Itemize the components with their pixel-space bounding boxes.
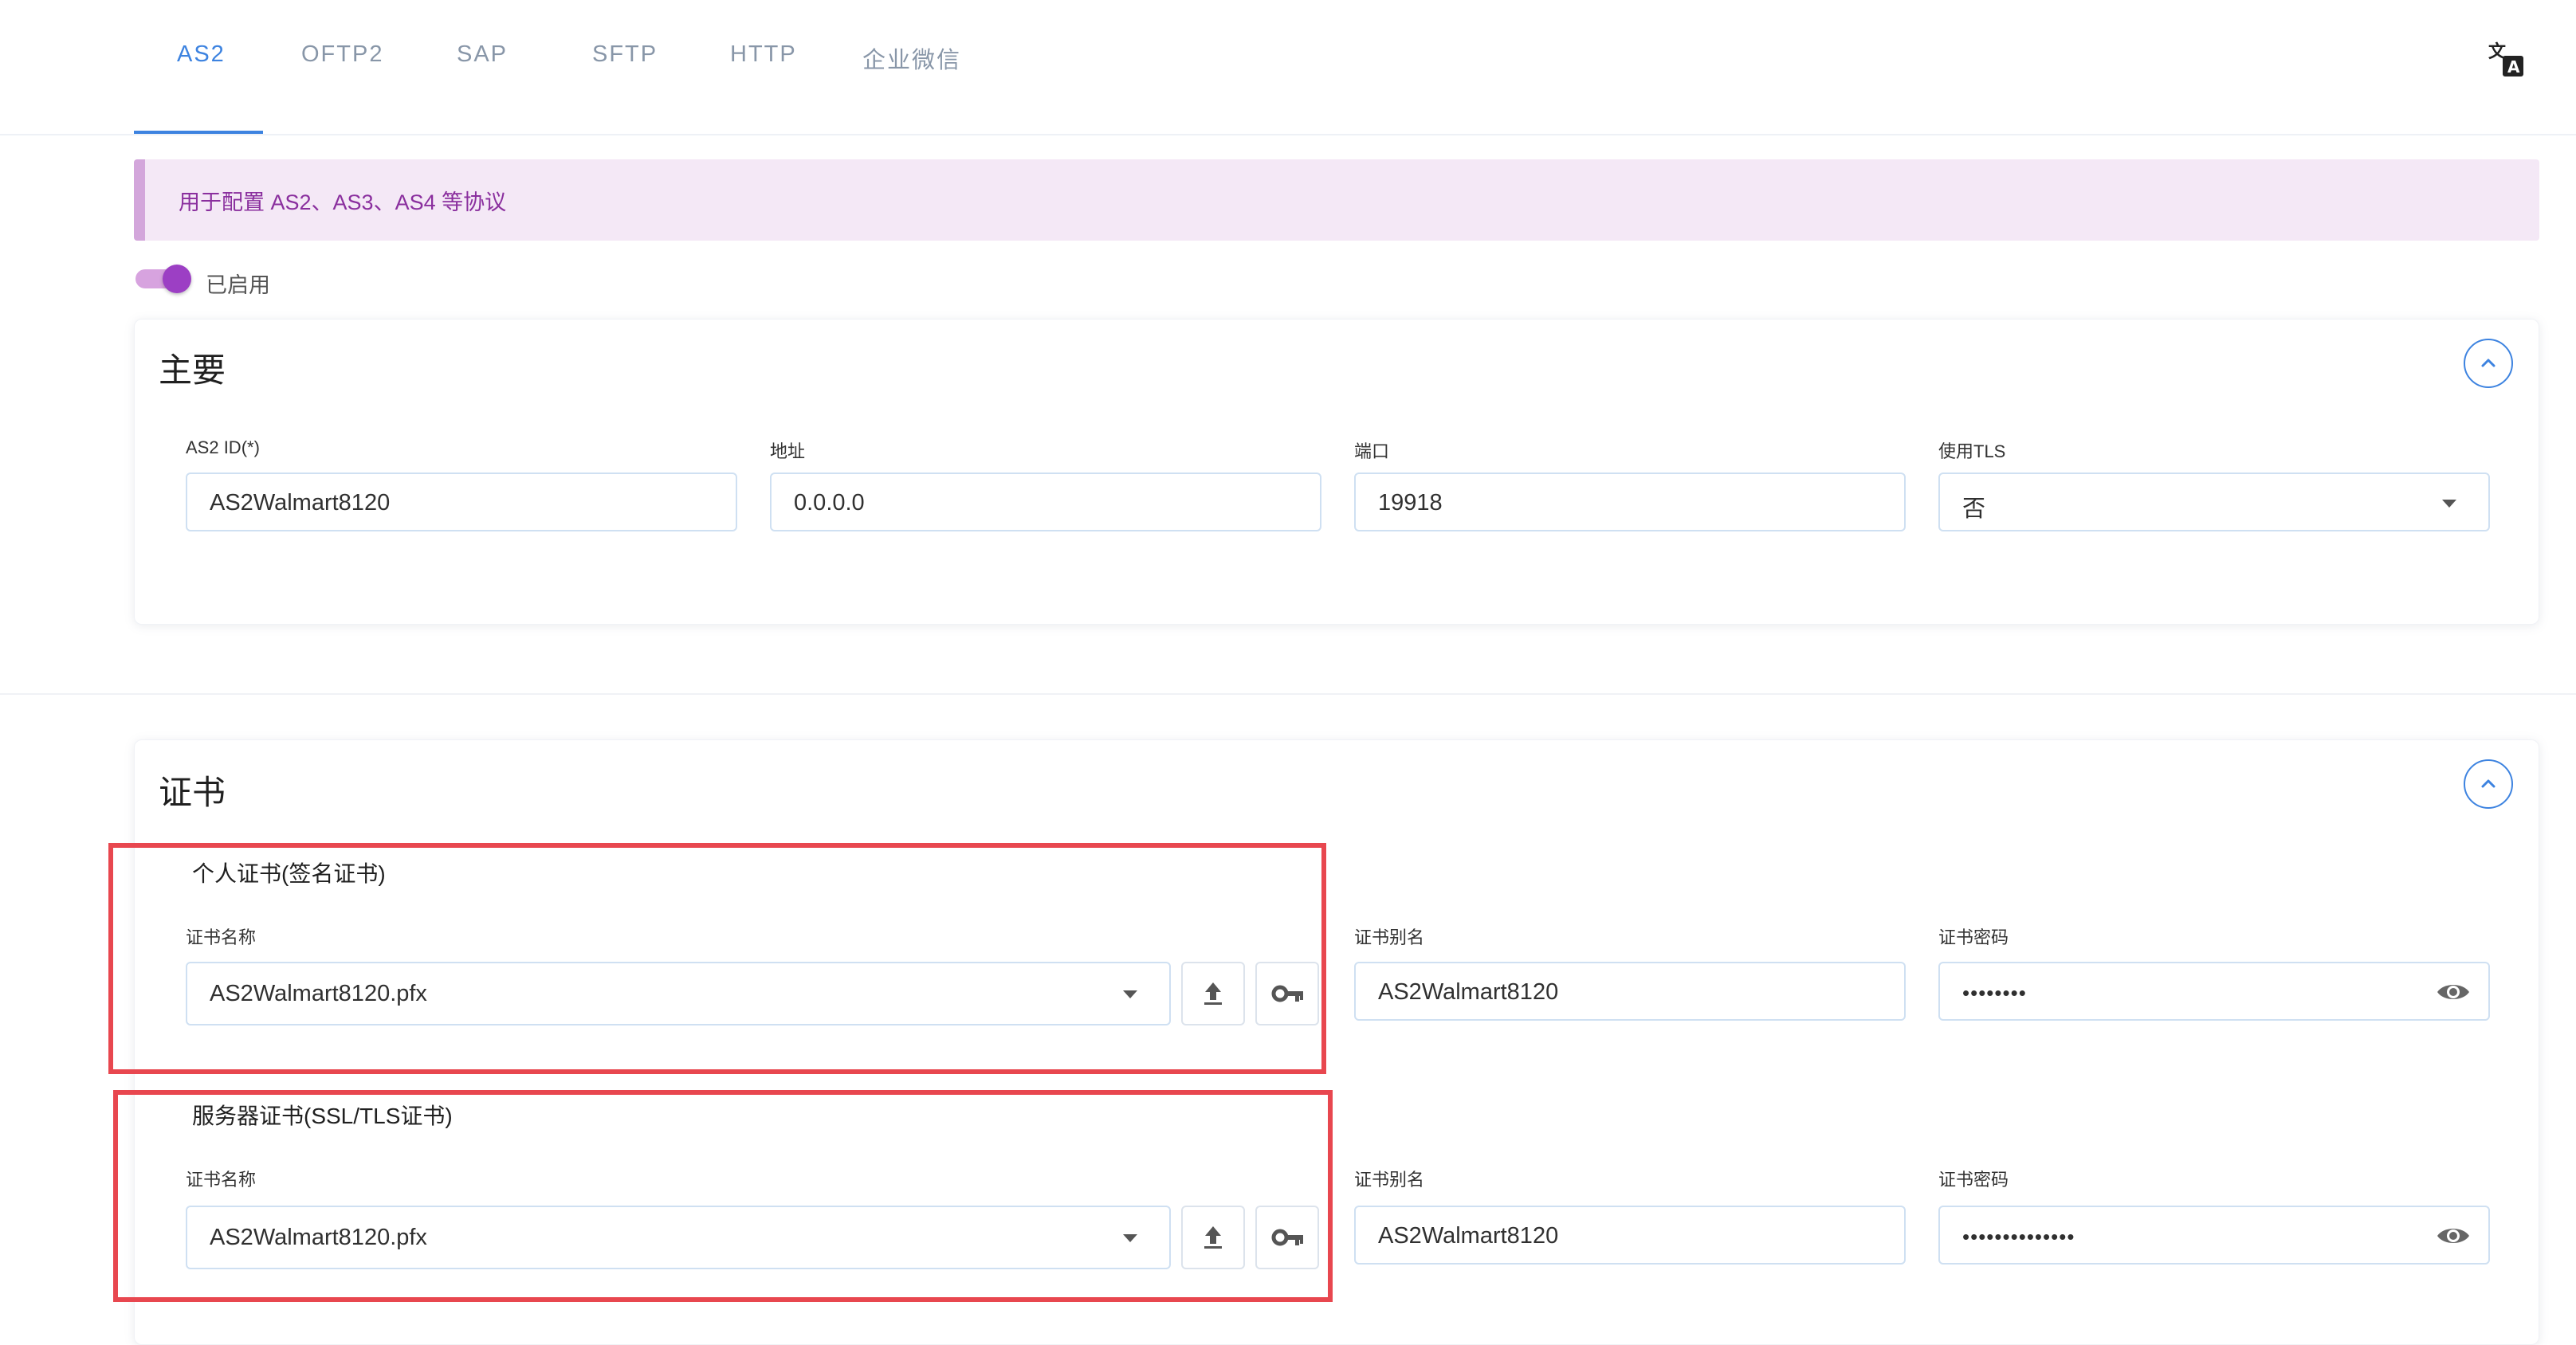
eye-icon[interactable] xyxy=(2436,1223,2471,1249)
server-cert-password-input[interactable]: •••••••••••••• xyxy=(1938,1206,2490,1265)
tab-sftp[interactable]: SFTP xyxy=(592,41,658,76)
port-value: 19918 xyxy=(1378,490,1443,516)
eye-icon[interactable] xyxy=(2436,979,2471,1005)
personal-cert-password-value: •••••••• xyxy=(1962,981,2027,1005)
info-banner: 用于配置 AS2、AS3、AS4 等协议 xyxy=(134,159,2539,241)
personal-cert-password-input[interactable]: •••••••• xyxy=(1938,962,2490,1021)
use-tls-select[interactable]: 否 xyxy=(1938,473,2490,531)
cert-section-collapse-button[interactable] xyxy=(2464,759,2513,809)
personal-cert-alias-label: 证书别名 xyxy=(1354,927,1425,947)
tab-sap[interactable]: SAP xyxy=(457,41,508,76)
port-label: 端口 xyxy=(1354,441,1390,461)
enable-toggle[interactable] xyxy=(135,265,191,293)
chevron-up-icon xyxy=(2481,779,2496,788)
server-cert-password-label: 证书密码 xyxy=(1938,1170,2009,1190)
as2-id-input[interactable]: AS2Walmart8120 xyxy=(186,473,737,531)
svg-text:A: A xyxy=(2507,57,2520,76)
highlight-box-personal-cert xyxy=(108,843,1326,1074)
main-section-card: 主要 AS2 ID(*) AS2Walmart8120 地址 0.0.0.0 端… xyxy=(134,319,2539,625)
server-cert-alias-label: 证书别名 xyxy=(1354,1170,1425,1190)
address-value: 0.0.0.0 xyxy=(794,490,865,516)
as2-id-label: AS2 ID(*) xyxy=(186,437,260,457)
translate-icon[interactable]: 文 A xyxy=(2487,40,2525,78)
personal-cert-alias-value: AS2Walmart8120 xyxy=(1378,979,1559,1005)
chevron-up-icon xyxy=(2481,359,2496,367)
port-input[interactable]: 19918 xyxy=(1354,473,1906,531)
active-tab-indicator xyxy=(134,131,263,134)
caret-down-icon xyxy=(2442,500,2456,508)
use-tls-value: 否 xyxy=(1962,496,1986,522)
cert-section-title: 证书 xyxy=(159,774,226,811)
info-banner-text: 用于配置 AS2、AS3、AS4 等协议 xyxy=(179,190,507,214)
address-label: 地址 xyxy=(770,441,806,461)
personal-cert-password-label: 证书密码 xyxy=(1938,927,2009,947)
toggle-thumb xyxy=(163,265,191,293)
main-section-collapse-button[interactable] xyxy=(2464,339,2513,388)
personal-cert-alias-input[interactable]: AS2Walmart8120 xyxy=(1354,962,1906,1021)
address-input[interactable]: 0.0.0.0 xyxy=(770,473,1321,531)
server-cert-alias-input[interactable]: AS2Walmart8120 xyxy=(1354,1206,1906,1265)
main-section-title: 主要 xyxy=(159,351,226,389)
section-divider xyxy=(0,693,2576,695)
tab-oftp2[interactable]: OFTP2 xyxy=(301,41,383,76)
tab-http[interactable]: HTTP xyxy=(730,41,797,76)
server-cert-alias-value: AS2Walmart8120 xyxy=(1378,1223,1559,1249)
as2-id-value: AS2Walmart8120 xyxy=(210,490,391,516)
enable-toggle-label: 已启用 xyxy=(206,273,270,297)
tab-as2[interactable]: AS2 xyxy=(177,41,226,76)
use-tls-label: 使用TLS xyxy=(1938,441,2006,461)
tab-wechat-work[interactable]: 企业微信 xyxy=(862,41,961,76)
server-cert-password-value: •••••••••••••• xyxy=(1962,1225,2075,1249)
protocol-tabs: AS2 OFTP2 SAP SFTP HTTP 企业微信 文 A xyxy=(0,0,2576,135)
highlight-box-server-cert xyxy=(113,1090,1333,1302)
